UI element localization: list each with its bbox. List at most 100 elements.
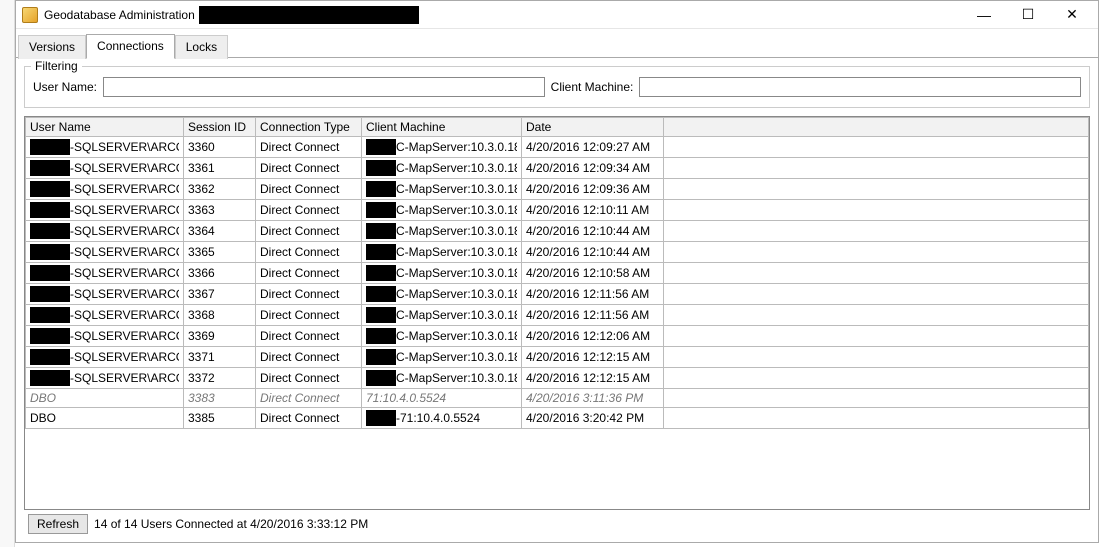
- col-user-name[interactable]: User Name: [26, 118, 184, 137]
- status-text: 14 of 14 Users Connected at 4/20/2016 3:…: [94, 517, 368, 531]
- cell-text: -SQLSERVER\ARCGIS": [70, 245, 179, 259]
- cell-extra: [664, 221, 1089, 242]
- cell-date: 4/20/2016 12:11:56 AM: [522, 305, 664, 326]
- cell-client-machine: C-MapServer:10.3.0.1823: [362, 347, 522, 368]
- cell-date: 4/20/2016 12:10:11 AM: [522, 200, 664, 221]
- cell-client-machine: C-MapServer:10.3.0.1823: [362, 263, 522, 284]
- status-bar: Refresh 14 of 14 Users Connected at 4/20…: [24, 510, 1090, 538]
- cell-date: 4/20/2016 3:11:36 PM: [522, 389, 664, 408]
- refresh-button[interactable]: Refresh: [28, 514, 88, 534]
- cell-text: C-MapServer:10.3.0.1823: [396, 287, 517, 301]
- table-row[interactable]: -SQLSERVER\ARCGIS"3369Direct ConnectC-Ma…: [26, 326, 1089, 347]
- cell-connection-type: Direct Connect: [256, 326, 362, 347]
- connections-grid[interactable]: User Name Session ID Connection Type Cli…: [24, 116, 1090, 510]
- titlebar: Geodatabase Administration — ☐ ✕: [16, 1, 1098, 29]
- redaction-block: [366, 349, 396, 365]
- cell-session-id: 3385: [184, 408, 256, 429]
- redaction-block: [366, 202, 396, 218]
- redaction-block: [30, 265, 70, 281]
- cell-text: -SQLSERVER\ARCGIS": [70, 371, 179, 385]
- table-row[interactable]: -SQLSERVER\ARCGIS" 3365Direct Connect C-Ma…: [26, 242, 1089, 263]
- cell-connection-type: Direct Connect: [256, 242, 362, 263]
- cell-date: 4/20/2016 12:11:56 AM: [522, 284, 664, 305]
- cell-extra: [664, 158, 1089, 179]
- redaction-block: [30, 328, 70, 344]
- col-session-id[interactable]: Session ID: [184, 118, 256, 137]
- cell-client-machine: C-MapServer:10.3.0.1823: [362, 284, 522, 305]
- redaction-block: [30, 370, 70, 386]
- client-machine-input[interactable]: [639, 77, 1081, 97]
- table-row[interactable]: -SQLSERVER\ARCGIS"3361Direct ConnectC-Ma…: [26, 158, 1089, 179]
- client-machine-label: Client Machine:: [551, 80, 634, 94]
- cell-extra: [664, 200, 1089, 221]
- table-row[interactable]: -SQLSERVER\ARCGIS"3360Direct ConnectC-Ma…: [26, 137, 1089, 158]
- cell-client-machine: C-MapServer:10.3.0.1823: [362, 137, 522, 158]
- cell-text: C-MapServer:10.3.0.1823: [396, 245, 517, 259]
- cell-text: -SQLSERVER\ARCGIS": [70, 266, 179, 280]
- col-connection-type[interactable]: Connection Type: [256, 118, 362, 137]
- cell-client-machine: C-MapServer:10.3.0.1823: [362, 326, 522, 347]
- cell-text: C-MapServer:10.3.0.1823: [396, 161, 517, 175]
- table-row[interactable]: -SQLSERVER\ARCGIS"3368Direct ConnectC-Ma…: [26, 305, 1089, 326]
- cell-text: C-MapServer:10.3.0.1823: [396, 203, 517, 217]
- col-extra[interactable]: [664, 118, 1089, 137]
- redaction-block: [30, 286, 70, 302]
- maximize-button[interactable]: ☐: [1006, 1, 1050, 29]
- redaction-block: [30, 202, 70, 218]
- table-row[interactable]: -SQLSERVER\ARCGIS"3364Direct ConnectC-Ma…: [26, 221, 1089, 242]
- table-row[interactable]: -SQLSERVER\ARCGIS"3371Direct ConnectC-Ma…: [26, 347, 1089, 368]
- minimize-button[interactable]: —: [962, 1, 1006, 29]
- username-input[interactable]: [103, 77, 545, 97]
- cell-client-machine: C-MapServer:10.3.0.1823: [362, 158, 522, 179]
- cell-extra: [664, 263, 1089, 284]
- cell-text: -SQLSERVER\ARCGIS": [70, 140, 179, 154]
- tab-versions[interactable]: Versions: [18, 35, 86, 59]
- table-row[interactable]: -SQLSERVER\ARCGIS"3363Direct ConnectC-Ma…: [26, 200, 1089, 221]
- cell-client-machine: C-MapServer:10.3.0.1823: [362, 179, 522, 200]
- cell-text: C-MapServer:10.3.0.1823: [396, 266, 517, 280]
- cell-user-name: -SQLSERVER\ARCGIS": [26, 284, 184, 305]
- close-button[interactable]: ✕: [1050, 1, 1094, 29]
- cell-user-name: -SQLSERVER\ARCGIS": [26, 368, 184, 389]
- table-row[interactable]: -SQLSERVER\ARCGIS"3372Direct ConnectC-Ma…: [26, 368, 1089, 389]
- cell-user-name: DBO: [26, 408, 184, 429]
- filtering-group: Filtering User Name: Client Machine:: [24, 66, 1090, 108]
- cell-user-name: -SQLSERVER\ARCGIS": [26, 158, 184, 179]
- app-icon: [22, 7, 38, 23]
- cell-client-machine: 71:10.4.0.5524: [362, 389, 522, 408]
- cell-text: -SQLSERVER\ARCGIS": [70, 203, 179, 217]
- table-row[interactable]: DBO3383Direct Connect71:10.4.0.55244/20/…: [26, 389, 1089, 408]
- redaction-block: [366, 160, 396, 176]
- col-date[interactable]: Date: [522, 118, 664, 137]
- cell-session-id: 3368: [184, 305, 256, 326]
- cell-text: C-MapServer:10.3.0.1823: [396, 140, 517, 154]
- cell-date: 4/20/2016 12:10:58 AM: [522, 263, 664, 284]
- cell-user-name: -SQLSERVER\ARCGIS": [26, 263, 184, 284]
- cell-session-id: 3363: [184, 200, 256, 221]
- table-row[interactable]: -SQLSERVER\ARCGIS"3362Direct ConnectC-Ma…: [26, 179, 1089, 200]
- cell-date: 4/20/2016 3:20:42 PM: [522, 408, 664, 429]
- cell-client-machine: C-MapServer:10.3.0.1823: [362, 200, 522, 221]
- cell-user-name: -SQLSERVER\ARCGIS": [26, 347, 184, 368]
- table-row[interactable]: DBO3385Direct Connect-71:10.4.0.55244/20…: [26, 408, 1089, 429]
- col-client-machine[interactable]: Client Machine: [362, 118, 522, 137]
- tab-locks[interactable]: Locks: [175, 35, 228, 59]
- redaction-block: [366, 370, 396, 386]
- title-redaction: [199, 6, 419, 24]
- cell-text: C-MapServer:10.3.0.1823: [396, 350, 517, 364]
- cell-session-id: 3364: [184, 221, 256, 242]
- redaction-block: [30, 349, 70, 365]
- table-row[interactable]: -SQLSERVER\ARCGIS"3367Direct ConnectC-Ma…: [26, 284, 1089, 305]
- cell-connection-type: Direct Connect: [256, 408, 362, 429]
- cell-text: C-MapServer:10.3.0.1823: [396, 308, 517, 322]
- cell-date: 4/20/2016 12:09:27 AM: [522, 137, 664, 158]
- redaction-block: [30, 139, 70, 155]
- cell-client-machine: C-MapServer:10.3.0.1823: [362, 221, 522, 242]
- redaction-block: [366, 181, 396, 197]
- cell-extra: [664, 347, 1089, 368]
- tab-connections[interactable]: Connections: [86, 34, 175, 59]
- filtering-legend: Filtering: [31, 59, 82, 73]
- cell-session-id: 3365: [184, 242, 256, 263]
- table-row[interactable]: -SQLSERVER\ARCGIS"3366Direct ConnectC-Ma…: [26, 263, 1089, 284]
- cell-date: 4/20/2016 12:12:15 AM: [522, 347, 664, 368]
